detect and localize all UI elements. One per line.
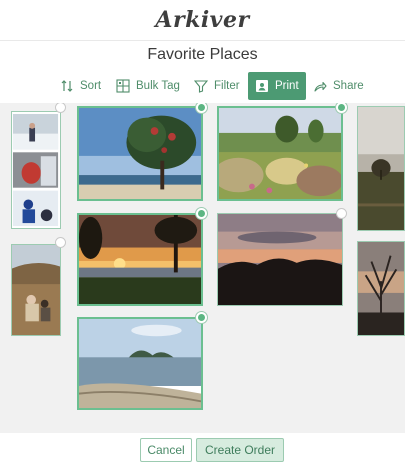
photo-garden-flowers-hills[interactable] <box>217 106 343 201</box>
photo-dusk-treeline[interactable] <box>217 213 343 306</box>
footer-actions: Cancel Create Order <box>0 433 405 464</box>
photo-image <box>79 215 201 304</box>
photo-bay-island-beach[interactable] <box>77 317 203 410</box>
print-icon <box>256 80 268 92</box>
create-order-button[interactable]: Create Order <box>196 438 284 462</box>
select-toggle[interactable] <box>336 208 347 219</box>
toolbar: Sort Bulk Tag Filter Print Share <box>0 72 405 100</box>
photo-misty-field-tree[interactable] <box>357 106 405 231</box>
bulk-tag-label: Bulk Tag <box>136 80 180 92</box>
photo-grid <box>0 103 405 433</box>
print-button[interactable]: Print <box>248 72 306 100</box>
photo-image <box>12 245 60 335</box>
photo-image <box>219 108 341 199</box>
select-toggle[interactable] <box>196 312 207 323</box>
photo-bare-tree-sunset[interactable] <box>357 241 405 336</box>
select-toggle[interactable] <box>336 103 347 113</box>
photo-image <box>358 242 404 335</box>
photo-rocky-hill-people[interactable] <box>11 244 61 336</box>
select-toggle[interactable] <box>55 103 66 113</box>
photo-image <box>79 319 201 408</box>
cancel-button[interactable]: Cancel <box>140 438 192 462</box>
share-label: Share <box>333 80 364 92</box>
photo-collage-snow-family[interactable] <box>11 111 61 229</box>
filter-icon <box>194 80 208 93</box>
app-logo: Arkiver <box>155 7 250 33</box>
select-toggle[interactable] <box>196 103 207 113</box>
sort-label: Sort <box>80 80 102 92</box>
album-title: Favorite Places <box>147 46 258 63</box>
photo-image <box>218 214 342 305</box>
share-icon <box>314 81 327 92</box>
filter-button[interactable]: Filter <box>194 72 240 100</box>
photo-sunset-over-sea[interactable] <box>77 213 203 306</box>
photo-pohutukawa-tree-beach[interactable] <box>77 106 203 201</box>
photo-image <box>12 112 60 228</box>
sort-button[interactable]: Sort <box>60 72 101 100</box>
share-button[interactable]: Share <box>313 72 364 100</box>
select-toggle[interactable] <box>196 208 207 219</box>
photo-image <box>79 108 201 199</box>
photo-image <box>358 107 404 230</box>
bulk-tag-button[interactable]: Bulk Tag <box>116 72 180 100</box>
app-header: Arkiver <box>0 0 405 41</box>
sort-icon <box>61 80 73 92</box>
print-label: Print <box>275 80 299 92</box>
grid-tag-icon <box>116 79 130 93</box>
select-toggle[interactable] <box>55 237 66 248</box>
filter-label: Filter <box>214 80 240 92</box>
